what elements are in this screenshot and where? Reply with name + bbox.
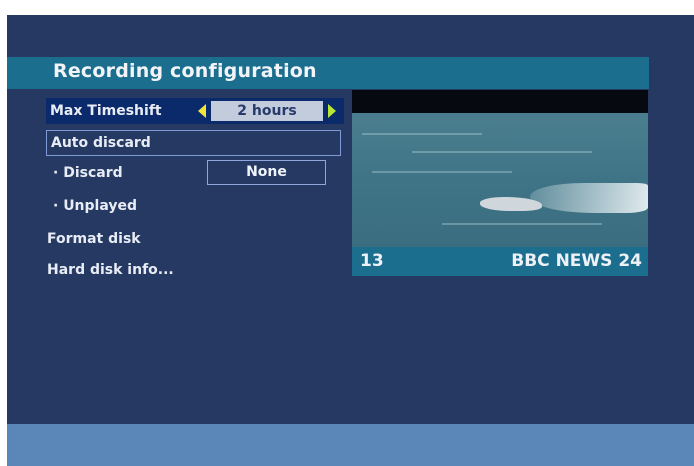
video-frame: [352, 113, 648, 247]
menu-item-label: · Discard: [53, 165, 123, 181]
tv-preview: 13 BBC NEWS 24: [352, 90, 648, 276]
triangle-right-icon[interactable]: [328, 104, 336, 118]
bottom-bar: [7, 424, 694, 466]
triangle-left-icon[interactable]: [198, 104, 206, 118]
menu-item-label: Hard disk info...: [47, 262, 174, 278]
menu-item-label: Auto discard: [51, 135, 151, 151]
tv-menu-screen: Recording configuration Max Timeshift 2 …: [7, 15, 694, 466]
menu-item-hard-disk-info[interactable]: Hard disk info...: [47, 257, 174, 283]
menu-item-auto-discard[interactable]: Auto discard: [46, 130, 341, 156]
speedboat: [480, 197, 542, 211]
boat-wake: [530, 183, 648, 213]
timeshift-value: 2 hours: [211, 101, 323, 121]
menu-item-max-timeshift[interactable]: Max Timeshift 2 hours: [46, 98, 344, 124]
menu-item-label: Max Timeshift: [50, 103, 162, 119]
menu-item-discard[interactable]: · Discard: [53, 160, 123, 186]
discard-value-field[interactable]: None: [207, 160, 326, 185]
menu-item-label: · Unplayed: [53, 198, 138, 214]
channel-info-bar: 13 BBC NEWS 24: [352, 247, 648, 276]
channel-number: 13: [360, 251, 384, 271]
menu-item-label: Format disk: [47, 231, 141, 247]
menu-item-unplayed[interactable]: · Unplayed: [53, 193, 137, 219]
title-bar: Recording configuration: [7, 57, 649, 89]
page-title: Recording configuration: [53, 60, 317, 82]
menu-item-format-disk[interactable]: Format disk: [47, 226, 141, 252]
channel-name: BBC NEWS 24: [511, 251, 642, 271]
